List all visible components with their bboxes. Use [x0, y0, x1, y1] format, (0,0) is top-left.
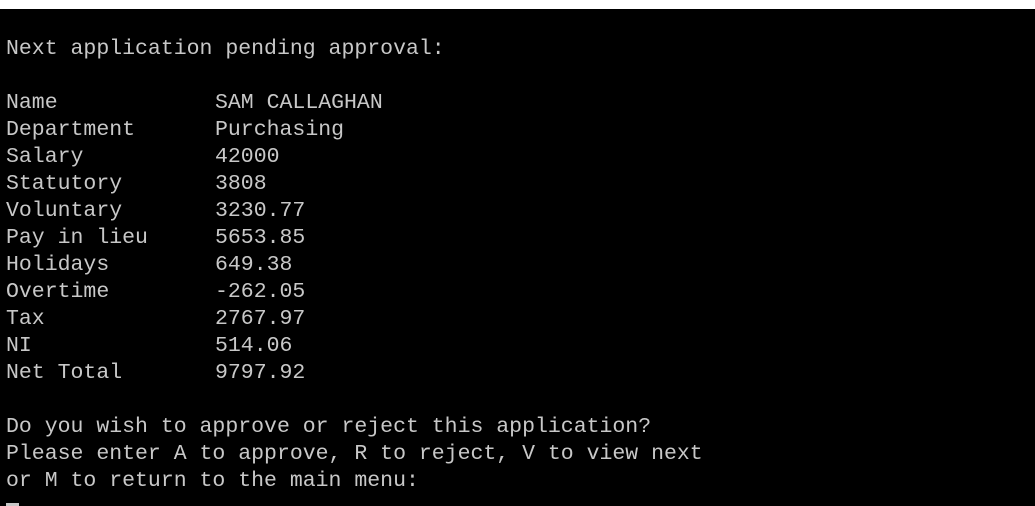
- field-label-statutory: Statutory: [6, 172, 123, 196]
- field-label-department: Department: [6, 118, 136, 142]
- field-label-net-total: Net Total: [6, 361, 123, 385]
- field-value-tax: 2767.97: [215, 307, 306, 331]
- prompt-options: Please enter A to approve, R to reject, …: [6, 442, 703, 466]
- field-label-voluntary: Voluntary: [6, 199, 123, 223]
- heading-text: Next application pending approval:: [6, 37, 445, 61]
- field-label-overtime: Overtime: [6, 280, 110, 304]
- field-label-salary: Salary: [6, 145, 84, 169]
- field-value-pay-in-lieu: 5653.85: [215, 226, 306, 250]
- field-label-pay-in-lieu: Pay in lieu: [6, 226, 148, 250]
- terminal-window[interactable]: Next application pending approval: Name …: [0, 9, 1035, 506]
- field-value-name: SAM CALLAGHAN: [215, 91, 383, 115]
- field-value-holidays: 649.38: [215, 253, 293, 277]
- field-value-ni: 514.06: [215, 334, 293, 358]
- field-label-holidays: Holidays: [6, 253, 110, 277]
- field-value-net-total: 9797.92: [215, 361, 306, 385]
- field-value-salary: 42000: [215, 145, 280, 169]
- prompt-question: Do you wish to approve or reject this ap…: [6, 415, 652, 439]
- prompt-menu-return: or M to return to the main menu:: [6, 469, 419, 493]
- field-value-overtime: -262.05: [215, 280, 306, 304]
- field-value-statutory: 3808: [215, 172, 267, 196]
- field-value-voluntary: 3230.77: [215, 199, 306, 223]
- field-value-department: Purchasing: [215, 118, 345, 142]
- field-label-name: Name: [6, 91, 58, 115]
- field-label-tax: Tax: [6, 307, 45, 331]
- field-label-ni: NI: [6, 334, 32, 358]
